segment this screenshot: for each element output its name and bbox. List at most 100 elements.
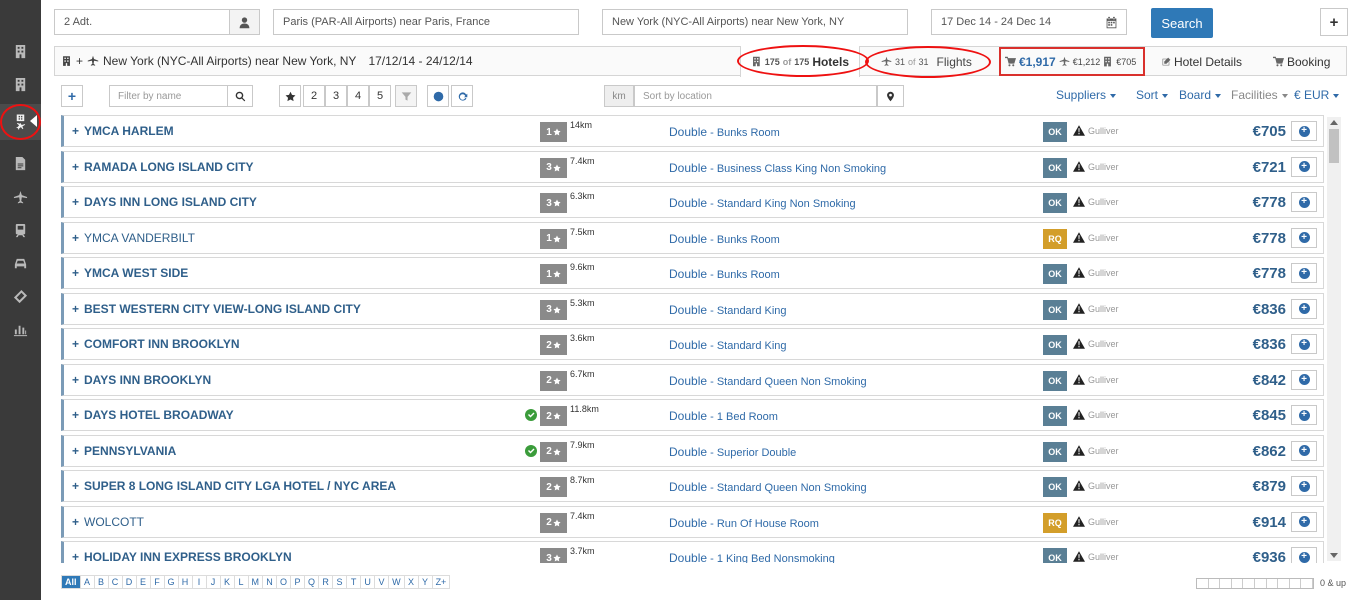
- hotel-row[interactable]: + DAYS HOTEL BROADWAY 2 11.8km Double - 1 Be…: [61, 399, 1324, 431]
- expand-icon[interactable]: +: [72, 160, 79, 174]
- expand-icon[interactable]: +: [72, 124, 79, 138]
- room-description[interactable]: Double - Bunks Room: [669, 232, 780, 246]
- alphabet-letter[interactable]: N: [263, 575, 278, 589]
- hotel-name[interactable]: + BEST WESTERN CITY VIEW-LONG ISLAND CITY: [72, 302, 361, 316]
- room-description[interactable]: Double - Bunks Room: [669, 125, 780, 139]
- tab-booking[interactable]: Booking: [1263, 46, 1347, 77]
- room-description[interactable]: Double - 1 Bed Room: [669, 409, 778, 423]
- hotel-name[interactable]: + PENNSYLVANIA: [72, 444, 176, 458]
- hotel-row[interactable]: + YMCA VANDERBILT 1 7.5km Double - Bunks Roo…: [61, 221, 1324, 254]
- tab-hotel-details[interactable]: Hotel Details: [1152, 46, 1252, 77]
- board-dropdown[interactable]: Board: [1179, 88, 1222, 102]
- alphabet-letter[interactable]: G: [164, 575, 179, 589]
- dates-field[interactable]: 17 Dec 14 - 24 Dec 14: [931, 9, 1127, 35]
- alphabet-letter[interactable]: J: [206, 575, 221, 589]
- hotel-row[interactable]: + WOLCOTT 2 7.4km Double - Run Of House Room…: [61, 505, 1324, 538]
- hotel-name[interactable]: + YMCA WEST SIDE: [72, 266, 188, 280]
- select-hotel-button[interactable]: +: [1291, 156, 1317, 177]
- alphabet-letter[interactable]: K: [220, 575, 235, 589]
- hotel-name[interactable]: + COMFORT INN BROOKLYN: [72, 337, 240, 351]
- alphabet-letter[interactable]: A: [80, 575, 95, 589]
- hotel-row[interactable]: + SUPER 8 LONG ISLAND CITY LGA HOTEL / NY…: [61, 470, 1324, 502]
- sidebar-flight-button[interactable]: [0, 180, 41, 214]
- refresh-button[interactable]: [451, 85, 473, 107]
- sidebar-car-button[interactable]: [0, 246, 41, 280]
- suppliers-dropdown[interactable]: Suppliers: [1056, 88, 1117, 102]
- alphabet-letter[interactable]: B: [94, 575, 109, 589]
- hotel-row[interactable]: + YMCA WEST SIDE 1 9.6km Double - Bunks Room…: [61, 257, 1324, 289]
- alphabet-letter[interactable]: U: [361, 575, 376, 589]
- sort-location-input[interactable]: Sort by location: [634, 85, 877, 107]
- select-hotel-button[interactable]: +: [1291, 547, 1317, 563]
- expand-icon[interactable]: +: [72, 550, 79, 563]
- alphabet-letter[interactable]: X: [404, 575, 419, 589]
- alphabet-letter[interactable]: All: [61, 575, 81, 589]
- alphabet-letter[interactable]: D: [122, 575, 137, 589]
- expand-icon[interactable]: +: [72, 266, 79, 280]
- room-description[interactable]: Double - 1 King Bed Nonsmoking: [669, 551, 835, 563]
- destination-field[interactable]: New York (NYC-All Airports) near New Yor…: [602, 9, 908, 35]
- expand-icon[interactable]: +: [72, 195, 79, 209]
- currency-dropdown[interactable]: € EUR: [1294, 88, 1340, 102]
- hotel-name[interactable]: + YMCA VANDERBILT: [72, 231, 195, 245]
- select-hotel-button[interactable]: +: [1291, 511, 1317, 532]
- select-hotel-button[interactable]: +: [1291, 192, 1317, 212]
- select-hotel-button[interactable]: +: [1291, 263, 1317, 283]
- tab-flights[interactable]: 31 of 31 Flights: [871, 46, 983, 77]
- room-description[interactable]: Double - Run Of House Room: [669, 516, 819, 530]
- sidebar-hotel-flight-button[interactable]: [0, 104, 41, 140]
- hotel-name[interactable]: + YMCA HARLEM: [72, 124, 174, 138]
- expand-icon[interactable]: +: [72, 373, 79, 387]
- hotel-row[interactable]: + RAMADA LONG ISLAND CITY 3 7.4km Double - B…: [61, 150, 1324, 183]
- hotel-name[interactable]: + RAMADA LONG ISLAND CITY: [72, 160, 254, 174]
- room-description[interactable]: Double - Standard King: [669, 338, 787, 352]
- select-hotel-button[interactable]: +: [1291, 476, 1317, 496]
- expand-icon[interactable]: +: [72, 337, 79, 351]
- passengers-addon[interactable]: [229, 10, 259, 34]
- expand-icon[interactable]: +: [72, 515, 79, 529]
- room-description[interactable]: Double - Bunks Room: [669, 267, 780, 281]
- hotel-name[interactable]: + DAYS HOTEL BROADWAY: [72, 408, 234, 422]
- sort-dropdown[interactable]: Sort: [1136, 88, 1169, 102]
- add-filter-button[interactable]: +: [61, 85, 83, 107]
- origin-field[interactable]: Paris (PAR-All Airports) near Paris, Fra…: [273, 9, 579, 35]
- sidebar-ticket-button[interactable]: [0, 279, 41, 313]
- alphabet-letter[interactable]: C: [108, 575, 123, 589]
- clear-filter-button[interactable]: [395, 85, 417, 107]
- add-search-button[interactable]: +: [1320, 8, 1348, 36]
- room-description[interactable]: Double - Standard Queen Non Smoking: [669, 480, 867, 494]
- alphabet-letter[interactable]: P: [291, 575, 306, 589]
- sidebar-report-button[interactable]: [0, 312, 41, 346]
- select-hotel-button[interactable]: +: [1291, 405, 1317, 425]
- list-scrollbar[interactable]: [1327, 117, 1341, 561]
- sidebar-hotel-button[interactable]: [0, 34, 41, 68]
- room-description[interactable]: Double - Standard King Non Smoking: [669, 196, 856, 210]
- expand-icon[interactable]: +: [72, 231, 79, 245]
- hotel-row[interactable]: + COMFORT INN BROOKLYN 2 3.6km Double - Stan…: [61, 328, 1324, 360]
- room-description[interactable]: Double - Standard King: [669, 303, 787, 317]
- select-hotel-button[interactable]: +: [1291, 298, 1317, 319]
- scroll-thumb[interactable]: [1329, 129, 1339, 163]
- room-description[interactable]: Double - Superior Double: [669, 445, 796, 459]
- alphabet-letter[interactable]: Q: [305, 575, 320, 589]
- scroll-up-arrow[interactable]: [1330, 120, 1338, 125]
- filter-name-search-button[interactable]: [227, 85, 253, 107]
- select-hotel-button[interactable]: +: [1291, 369, 1317, 390]
- sidebar-hotel-button-2[interactable]: [0, 67, 41, 101]
- room-description[interactable]: Double - Business Class King Non Smoking: [669, 161, 886, 175]
- star-filter-4[interactable]: 4: [347, 85, 369, 107]
- hotel-row[interactable]: + PENNSYLVANIA 2 7.9km Double - Superior Dou…: [61, 434, 1324, 467]
- select-hotel-button[interactable]: +: [1291, 121, 1317, 141]
- hotel-row[interactable]: + HOLIDAY INN EXPRESS BROOKLYN 3 3.7km Doubl…: [61, 541, 1324, 563]
- expand-icon[interactable]: +: [72, 408, 79, 422]
- scroll-down-arrow[interactable]: [1330, 553, 1338, 558]
- search-button[interactable]: Search: [1151, 8, 1213, 38]
- select-hotel-button[interactable]: +: [1291, 227, 1317, 248]
- alphabet-letter[interactable]: E: [136, 575, 151, 589]
- alphabet-letter[interactable]: F: [150, 575, 165, 589]
- alphabet-letter[interactable]: M: [248, 575, 264, 589]
- location-pin-button[interactable]: [877, 85, 904, 107]
- alphabet-letter[interactable]: V: [375, 575, 390, 589]
- sidebar-train-button[interactable]: [0, 213, 41, 247]
- facilities-dropdown[interactable]: Facilities: [1231, 88, 1288, 102]
